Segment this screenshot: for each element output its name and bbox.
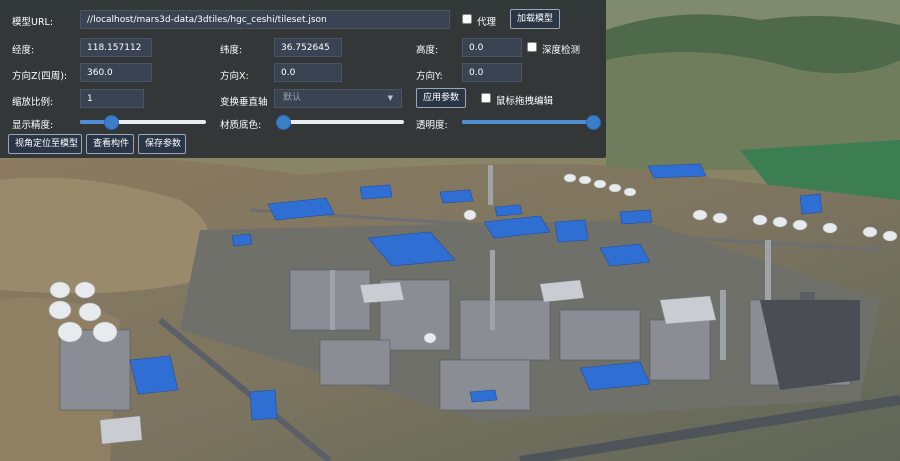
slider-thumb[interactable] xyxy=(104,115,120,130)
slider-thumb[interactable] xyxy=(276,115,292,130)
depth-test-checkbox[interactable] xyxy=(527,42,537,52)
model-url-input[interactable] xyxy=(80,10,450,29)
chevron-down-icon: ▼ xyxy=(387,94,393,102)
depth-test-label: 深度检测 xyxy=(542,45,581,56)
locate-to-model-button[interactable]: 视角定位至模型 xyxy=(8,134,82,154)
up-axis-label: 变换垂直轴 xyxy=(220,97,268,108)
up-axis-selected-value: 默认 xyxy=(283,93,302,103)
view-components-button[interactable]: 查看构件 xyxy=(86,134,134,154)
precision-label: 显示精度: xyxy=(12,120,54,131)
slider-track xyxy=(280,120,404,124)
longitude-label: 经度: xyxy=(12,45,35,56)
pitch-label: 方向X: xyxy=(220,71,249,82)
scale-label: 缩放比例: xyxy=(12,97,54,108)
slider-thumb[interactable] xyxy=(586,115,601,130)
heading-label: 方向Z(四周): xyxy=(12,71,68,82)
material-color-slider[interactable] xyxy=(276,115,404,130)
mouse-drag-edit-checkbox[interactable] xyxy=(481,93,491,103)
roll-input[interactable] xyxy=(462,63,522,82)
longitude-input[interactable] xyxy=(80,38,152,57)
heading-input[interactable] xyxy=(80,63,152,82)
height-label: 高度: xyxy=(416,45,439,56)
load-model-button[interactable]: 加载模型 xyxy=(510,9,560,29)
model-url-label: 模型URL: xyxy=(12,17,54,28)
pitch-input[interactable] xyxy=(274,63,342,82)
proxy-label: 代理 xyxy=(477,17,497,28)
apply-params-button[interactable]: 应用参数 xyxy=(416,88,466,108)
latitude-input[interactable] xyxy=(274,38,342,57)
roll-label: 方向Y: xyxy=(416,71,443,82)
slider-fill xyxy=(462,120,592,124)
proxy-checkbox[interactable] xyxy=(462,14,472,24)
up-axis-select[interactable]: 默认 ▼ xyxy=(274,89,402,108)
scale-input[interactable] xyxy=(80,89,144,108)
material-color-label: 材质底色: xyxy=(220,120,262,131)
height-input[interactable] xyxy=(462,38,522,57)
opacity-label: 透明度: xyxy=(416,120,448,131)
save-params-button[interactable]: 保存参数 xyxy=(138,134,186,154)
mouse-drag-edit-label: 鼠标拖拽编辑 xyxy=(496,96,554,107)
precision-slider[interactable] xyxy=(80,115,206,130)
opacity-slider[interactable] xyxy=(462,115,601,130)
latitude-label: 纬度: xyxy=(220,45,243,56)
model-settings-panel: 模型URL: 代理 加载模型 经度: 纬度: 高度: 深度检测 方向Z(四周):… xyxy=(0,0,606,158)
